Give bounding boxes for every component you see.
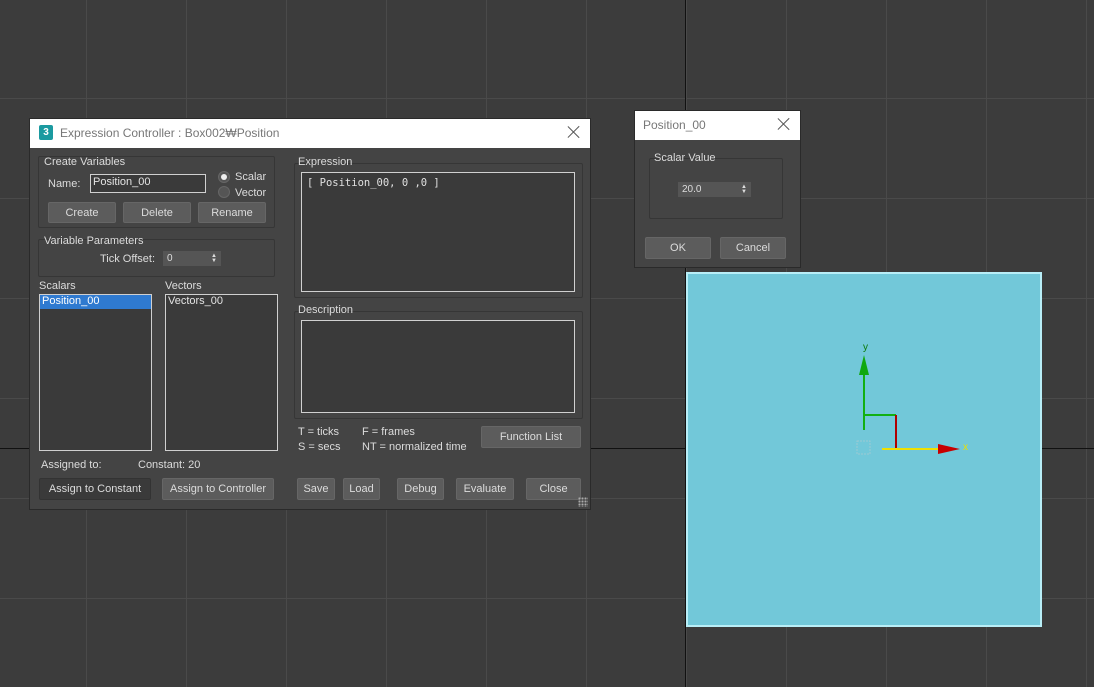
name-label: Name: <box>48 178 81 190</box>
save-button[interactable]: Save <box>297 478 335 500</box>
rename-button[interactable]: Rename <box>198 202 266 223</box>
evaluate-button[interactable]: Evaluate <box>456 478 514 500</box>
transform-gizmo[interactable]: y x <box>850 335 980 465</box>
delete-button[interactable]: Delete <box>123 202 191 223</box>
tick-offset-label: Tick Offset: <box>100 253 156 265</box>
pivot-icon <box>856 440 871 455</box>
scalar-dialog-titlebar[interactable]: Position_00 <box>635 111 800 140</box>
legend-normalized-time: NT = normalized time <box>362 441 467 453</box>
variable-name-input[interactable]: Position_00 <box>90 174 206 193</box>
expression-label: Expression <box>298 156 353 168</box>
function-list-button[interactable]: Function List <box>481 426 581 448</box>
debug-button[interactable]: Debug <box>397 478 444 500</box>
expression-controller-dialog: 3 Expression Controller : Box002₩Positio… <box>29 118 591 510</box>
assign-to-controller-button[interactable]: Assign to Controller <box>162 478 274 500</box>
create-button[interactable]: Create <box>48 202 116 223</box>
load-button[interactable]: Load <box>343 478 380 500</box>
list-item[interactable]: Vectors_00 <box>166 295 277 309</box>
vectors-list[interactable]: Vectors_00 <box>165 294 278 451</box>
expression-dialog-title: Expression Controller : Box002₩Position <box>60 126 280 140</box>
assign-to-constant-button[interactable]: Assign to Constant <box>39 478 151 500</box>
expression-dialog-titlebar[interactable]: 3 Expression Controller : Box002₩Positio… <box>30 119 590 148</box>
description-label: Description <box>298 304 354 316</box>
scalar-radio-label: Scalar <box>235 171 267 183</box>
description-textarea[interactable] <box>301 320 575 413</box>
scalars-label: Scalars <box>39 280 76 292</box>
assigned-to-label: Assigned to: <box>41 459 102 471</box>
assigned-to-value: Constant: 20 <box>138 459 201 471</box>
scalar-radio[interactable] <box>218 171 230 183</box>
legend-secs: S = secs <box>298 441 341 453</box>
close-button[interactable]: Close <box>526 478 581 500</box>
gizmo-y-label: y <box>863 342 868 353</box>
cancel-button[interactable]: Cancel <box>720 237 786 259</box>
vector-radio-label: Vector <box>235 187 267 199</box>
app-3ds-icon: 3 <box>39 125 53 140</box>
tick-offset-value: 0 <box>167 253 173 264</box>
gizmo-x-label: x <box>963 442 968 453</box>
legend-ticks: T = ticks <box>298 426 340 438</box>
vectors-label: Vectors <box>165 280 202 292</box>
spinner-arrows-icon[interactable]: ▲ ▼ <box>211 253 217 264</box>
legend-frames: F = frames <box>362 426 415 438</box>
variable-parameters-label: Variable Parameters <box>44 235 144 247</box>
scalar-value-dialog: Position_00 Scalar Value 20.0 ▲ ▼ OK Canc… <box>634 110 801 268</box>
scalars-list[interactable]: Position_00 <box>39 294 152 451</box>
list-item[interactable]: Position_00 <box>40 295 151 309</box>
close-icon[interactable] <box>566 124 582 140</box>
close-icon[interactable] <box>776 116 792 132</box>
ok-button[interactable]: OK <box>645 237 711 259</box>
resize-grip-icon[interactable] <box>578 497 588 507</box>
scalar-value: 20.0 <box>682 184 702 195</box>
tick-offset-spinner[interactable]: 0 ▲ ▼ <box>163 251 221 266</box>
vector-radio[interactable] <box>218 186 230 198</box>
gizmo-y-arrow-icon[interactable] <box>859 355 869 375</box>
gizmo-x-arrow-icon[interactable] <box>938 444 960 454</box>
scalar-dialog-title: Position_00 <box>643 118 706 132</box>
expression-textarea[interactable]: [ Position_00, 0 ,0 ] <box>301 172 575 292</box>
scalar-value-label: Scalar Value <box>654 152 716 164</box>
scalar-value-spinner[interactable]: 20.0 ▲ ▼ <box>678 182 751 197</box>
create-variables-label: Create Variables <box>44 156 126 168</box>
spinner-arrows-icon[interactable]: ▲ ▼ <box>741 184 747 195</box>
